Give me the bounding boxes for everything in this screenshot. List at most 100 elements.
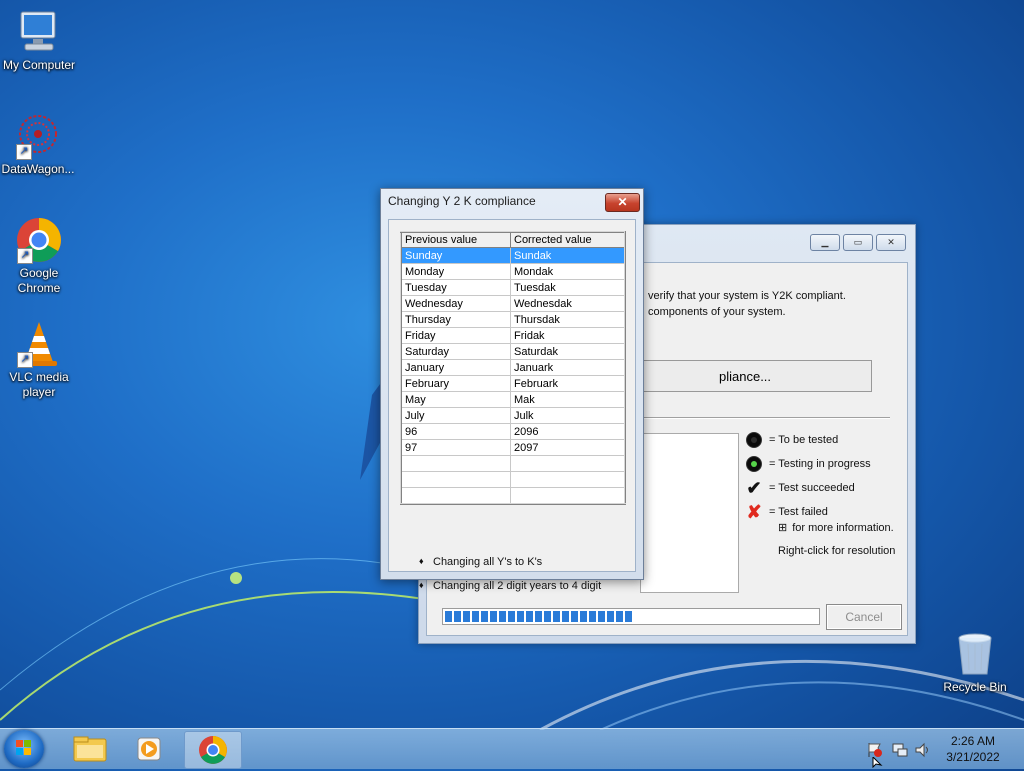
taskbar-chrome-button[interactable] [184, 731, 242, 769]
desktop-icon-label: My Computer [2, 58, 76, 72]
clock-time: 2:26 AM [950, 734, 996, 748]
previous-value-cell: Thursday [401, 311, 511, 328]
desktop-icon-google-chrome[interactable]: ↗ Google Chrome [1, 216, 77, 296]
mouse-cursor [872, 757, 883, 768]
system-clock[interactable]: 2:26 AM 3/21/2022 [940, 733, 1006, 765]
vlc-cone-icon: ↗ [15, 320, 63, 368]
start-button[interactable] [4, 730, 44, 768]
desktop-icon-my-computer[interactable]: My Computer [1, 8, 77, 73]
bullet-icon: ♦ [419, 580, 424, 590]
taskbar-media-player-button[interactable] [122, 731, 178, 767]
shortcut-arrow-icon: ↗ [17, 352, 33, 368]
check-compliance-button[interactable]: pliance... [640, 360, 872, 392]
shortcut-arrow-icon: ↗ [16, 144, 32, 160]
corrected-value-cell: Thursdak [510, 311, 626, 328]
previous-value-cell: February [401, 375, 511, 392]
chrome-icon: ↗ [15, 216, 63, 264]
dialog-close-button[interactable]: ✕ [605, 193, 640, 212]
close-window-button[interactable]: ✕ [876, 234, 906, 251]
table-row[interactable]: 96 2096 [401, 423, 626, 440]
folder-icon [73, 736, 107, 762]
corrected-value-cell: Julk [510, 407, 626, 424]
table-row[interactable]: May Mak [401, 391, 626, 408]
desktop-icon-label: DataWagon... [1, 162, 75, 176]
column-header-previous[interactable]: Previous value [400, 231, 511, 248]
progress-segment [580, 611, 587, 622]
recycle-bin-icon [951, 630, 999, 678]
table-row[interactable] [401, 471, 626, 488]
table-row[interactable]: Friday Fridak [401, 327, 626, 344]
corrected-value-cell: Mak [510, 391, 626, 408]
legend-label: = Test succeeded [769, 481, 855, 494]
desktop-icon-label: Google Chrome [17, 266, 61, 295]
table-row[interactable]: February Februark [401, 375, 626, 392]
previous-value-cell: July [401, 407, 511, 424]
table-row[interactable]: Sunday Sundak [401, 247, 626, 264]
table-row[interactable]: 97 2097 [401, 439, 626, 456]
desktop-icon-vlc[interactable]: ↗ VLC media player [1, 320, 77, 400]
dialog-title: Changing Y 2 K compliance [388, 194, 536, 208]
red-x-icon: ✘ [746, 502, 762, 522]
progress-bar [442, 608, 820, 625]
legend-label: = To be tested [769, 433, 839, 446]
minimize-button[interactable]: ▁ [810, 234, 840, 251]
taskbar-explorer-button[interactable] [62, 731, 118, 767]
intro-text-line2: components of your system. [648, 306, 786, 318]
progress-segment [463, 611, 470, 622]
volume-icon[interactable] [914, 741, 932, 762]
network-icon[interactable] [891, 741, 909, 762]
table-row[interactable]: July Julk [401, 407, 626, 424]
legend-more-info-label: for more information. [792, 522, 894, 534]
previous-value-cell: Tuesday [401, 279, 511, 296]
table-row[interactable]: Saturday Saturdak [401, 343, 626, 360]
previous-value-cell: Wednesday [401, 295, 511, 312]
corrected-value-cell: Fridak [510, 327, 626, 344]
checkmark-icon: ✔ [746, 478, 762, 498]
table-row[interactable]: Monday Mondak [401, 263, 626, 280]
previous-value-cell: Friday [401, 327, 511, 344]
progress-segment [508, 611, 515, 622]
clock-date: 3/21/2022 [946, 750, 1000, 764]
table-row[interactable]: Thursday Thursdak [401, 311, 626, 328]
corrected-value-cell: Sundak [510, 247, 626, 264]
column-header-corrected[interactable]: Corrected value [510, 231, 626, 248]
media-player-icon [137, 737, 161, 761]
table-row[interactable] [401, 455, 626, 472]
desktop-icon-datawagon[interactable]: ↗ DataWagon... [0, 112, 76, 177]
legend-label: = Testing in progress [769, 457, 871, 470]
chrome-icon [199, 736, 227, 764]
progress-segment [499, 611, 506, 622]
legend-more-info: ⊞ for more information. [778, 521, 894, 534]
bullet-icon: ♦ [419, 556, 424, 566]
table-row[interactable]: Tuesday Tuesdak [401, 279, 626, 296]
note-text: Changing all Y's to K's [433, 556, 543, 568]
note-text: Changing all 2 digit years to 4 digit [433, 580, 602, 592]
datawagon-icon: ↗ [14, 112, 62, 160]
corrected-value-cell: Februark [510, 375, 626, 392]
component-list[interactable] [640, 433, 739, 593]
progress-segment [454, 611, 461, 622]
windows-logo-icon [16, 740, 31, 755]
maximize-button[interactable]: ▭ [843, 234, 873, 251]
progress-segment [490, 611, 497, 622]
table-row[interactable]: Wednesday Wednesdak [401, 295, 626, 312]
to-be-tested-icon [746, 432, 762, 448]
desktop-icon-recycle-bin[interactable]: Recycle Bin [937, 630, 1013, 695]
table-row[interactable] [401, 487, 626, 505]
separator-line [640, 417, 890, 419]
corrected-value-cell: Januark [510, 359, 626, 376]
value-grid[interactable]: Previous value Corrected value Sunday Sun… [400, 231, 626, 505]
cancel-button[interactable]: Cancel [826, 604, 902, 630]
note-year-digits: ♦ Changing all 2 digit years to 4 digit [419, 580, 602, 592]
shortcut-arrow-icon: ↗ [17, 248, 33, 264]
corrected-value-cell: Saturdak [510, 343, 626, 360]
testing-in-progress-icon [746, 456, 762, 472]
note-y-to-k: ♦ Changing all Y's to K's [419, 556, 543, 568]
legend-failed: ✘ = Test failed [746, 502, 828, 522]
previous-value-cell: 96 [401, 423, 511, 440]
changing-y2k-dialog[interactable]: Changing Y 2 K compliance ✕ Previous val… [380, 188, 644, 592]
legend-label: = Test failed [769, 505, 828, 518]
taskbar: 2:26 AM 3/21/2022 [0, 728, 1024, 769]
table-row[interactable]: January Januark [401, 359, 626, 376]
previous-value-cell: 97 [401, 439, 511, 456]
